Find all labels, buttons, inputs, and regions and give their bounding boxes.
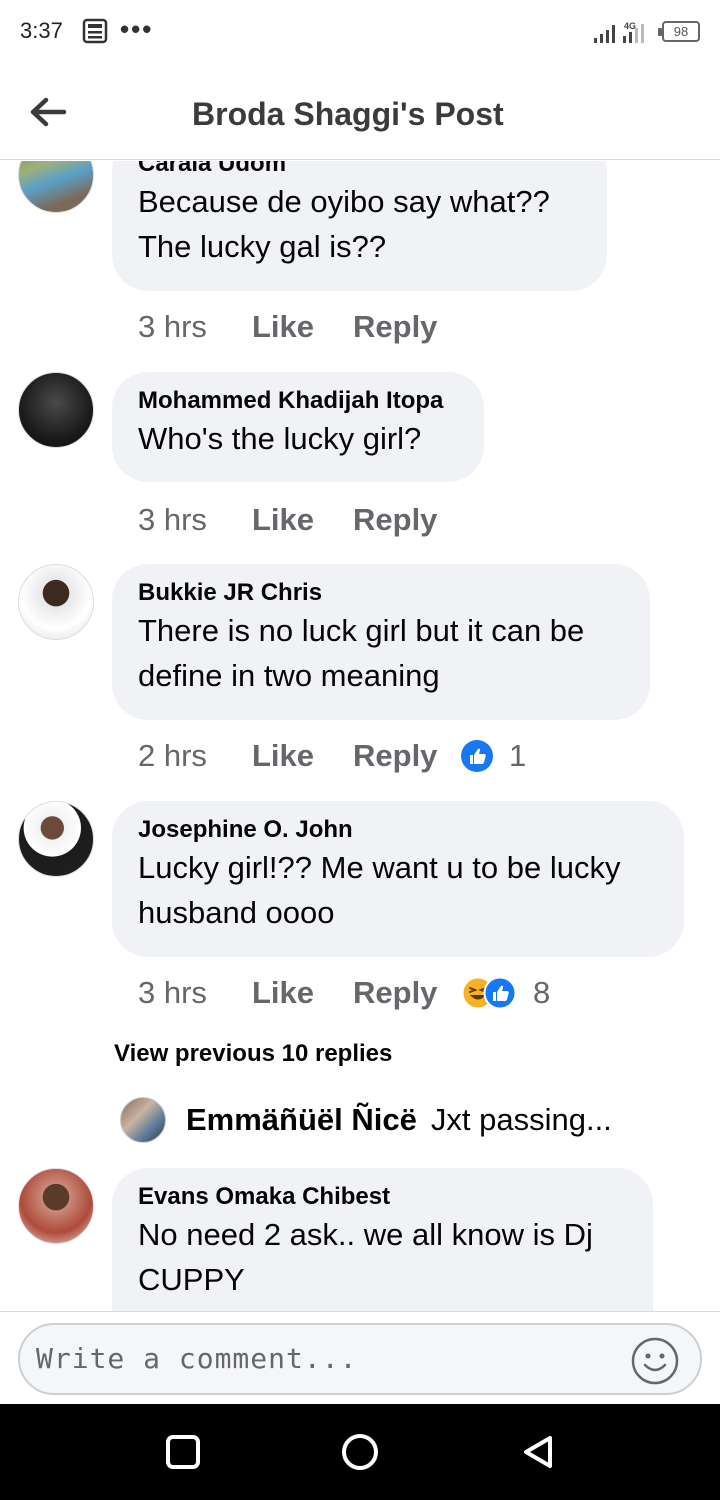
comment-actions: 3 hrs Like Reply: [138, 307, 461, 347]
comment-author[interactable]: Josephine O. John: [138, 815, 658, 845]
reactions[interactable]: 8: [461, 975, 550, 1011]
like-button[interactable]: Like: [252, 975, 353, 1011]
comment-composer: Write a comment...: [0, 1311, 720, 1404]
comment-time: 3 hrs: [138, 975, 207, 1010]
comment-author[interactable]: Evans Omaka Chibest: [138, 1182, 627, 1212]
avatar[interactable]: [18, 161, 94, 213]
reply-text: Jxt passing...: [430, 1102, 612, 1137]
comment-bubble[interactable]: Mohammed Khadijah Itopa Who's the lucky …: [112, 372, 484, 482]
system-nav-bar: [0, 1404, 720, 1500]
avatar[interactable]: [120, 1097, 166, 1143]
comment-author[interactable]: Carala Udom: [138, 161, 581, 179]
comment-actions: 2 hrs Like Reply 1: [138, 736, 526, 776]
reply-preview[interactable]: Emmäñüël Ñicë Jxt passing...: [120, 1095, 612, 1145]
comment-text: Who's the lucky girl?: [138, 421, 422, 456]
avatar[interactable]: [18, 564, 94, 640]
comment-text: husband oooo: [138, 895, 335, 930]
recent-apps-icon[interactable]: [166, 1435, 200, 1469]
reply-button[interactable]: Reply: [353, 975, 461, 1011]
comment-actions: 3 hrs Like Reply 8: [138, 973, 550, 1013]
view-previous-replies-link[interactable]: View previous 10 replies: [114, 1040, 392, 1068]
comment-time: 3 hrs: [138, 502, 207, 537]
avatar[interactable]: [18, 372, 94, 448]
comment-text: There is no luck girl but it can be: [138, 613, 585, 648]
avatar[interactable]: [18, 1168, 94, 1244]
status-time: 3:37: [20, 18, 63, 43]
status-bar: 3:37 ••• 4G 98: [0, 0, 720, 64]
reply-author[interactable]: Emmäñüël Ñicë: [186, 1102, 417, 1138]
signal-icon: 4G: [594, 21, 644, 43]
comment-actions: 3 hrs Like Reply: [138, 500, 461, 540]
avatar[interactable]: [18, 801, 94, 877]
comment-author[interactable]: Bukkie JR Chris: [138, 578, 624, 608]
comment-text: CUPPY: [138, 1262, 245, 1297]
emoji-icon[interactable]: [630, 1336, 680, 1386]
comment-bubble[interactable]: Bukkie JR Chris There is no luck girl bu…: [112, 564, 650, 720]
comment-time: 2 hrs: [138, 738, 207, 773]
reply-button[interactable]: Reply: [353, 738, 461, 774]
comment-text: define in two meaning: [138, 658, 440, 693]
comment-time: 3 hrs: [138, 309, 207, 344]
page-title: Broda Shaggi's Post: [192, 96, 504, 132]
like-button[interactable]: Like: [252, 309, 353, 345]
notification-dots-icon: •••: [120, 14, 154, 44]
like-button[interactable]: Like: [252, 502, 353, 538]
comment-input[interactable]: Write a comment...: [18, 1323, 702, 1395]
news-icon: [82, 18, 108, 44]
nav-back-icon[interactable]: [520, 1434, 556, 1470]
reactions[interactable]: 1: [461, 738, 526, 774]
like-button[interactable]: Like: [252, 738, 353, 774]
back-arrow-icon[interactable]: [26, 90, 70, 134]
comment-text: No need 2 ask.. we all know is Dj: [138, 1217, 593, 1252]
comment-bubble[interactable]: Evans Omaka Chibest No need 2 ask.. we a…: [112, 1168, 653, 1311]
header: Broda Shaggi's Post: [0, 64, 720, 160]
comment-author[interactable]: Mohammed Khadijah Itopa: [138, 386, 458, 416]
comment-bubble[interactable]: Josephine O. John Lucky girl!?? Me want …: [112, 801, 684, 957]
comments-list[interactable]: Carala Udom Because de oyibo say what?? …: [0, 161, 720, 1311]
comment-text: Lucky girl!?? Me want u to be lucky: [138, 850, 621, 885]
comment-text: Because de oyibo say what??: [138, 184, 550, 219]
like-reaction-icon: [483, 976, 517, 1010]
reply-button[interactable]: Reply: [353, 309, 461, 345]
battery-icon: 98: [658, 21, 700, 42]
reply-button[interactable]: Reply: [353, 502, 461, 538]
network-type: 4G: [624, 21, 636, 31]
reaction-count: 1: [509, 738, 527, 773]
like-reaction-icon: [461, 740, 493, 772]
home-icon[interactable]: [342, 1434, 378, 1470]
comment-bubble[interactable]: Carala Udom Because de oyibo say what?? …: [112, 161, 607, 291]
comment-text: The lucky gal is??: [138, 229, 387, 264]
reaction-count: 8: [533, 975, 551, 1010]
